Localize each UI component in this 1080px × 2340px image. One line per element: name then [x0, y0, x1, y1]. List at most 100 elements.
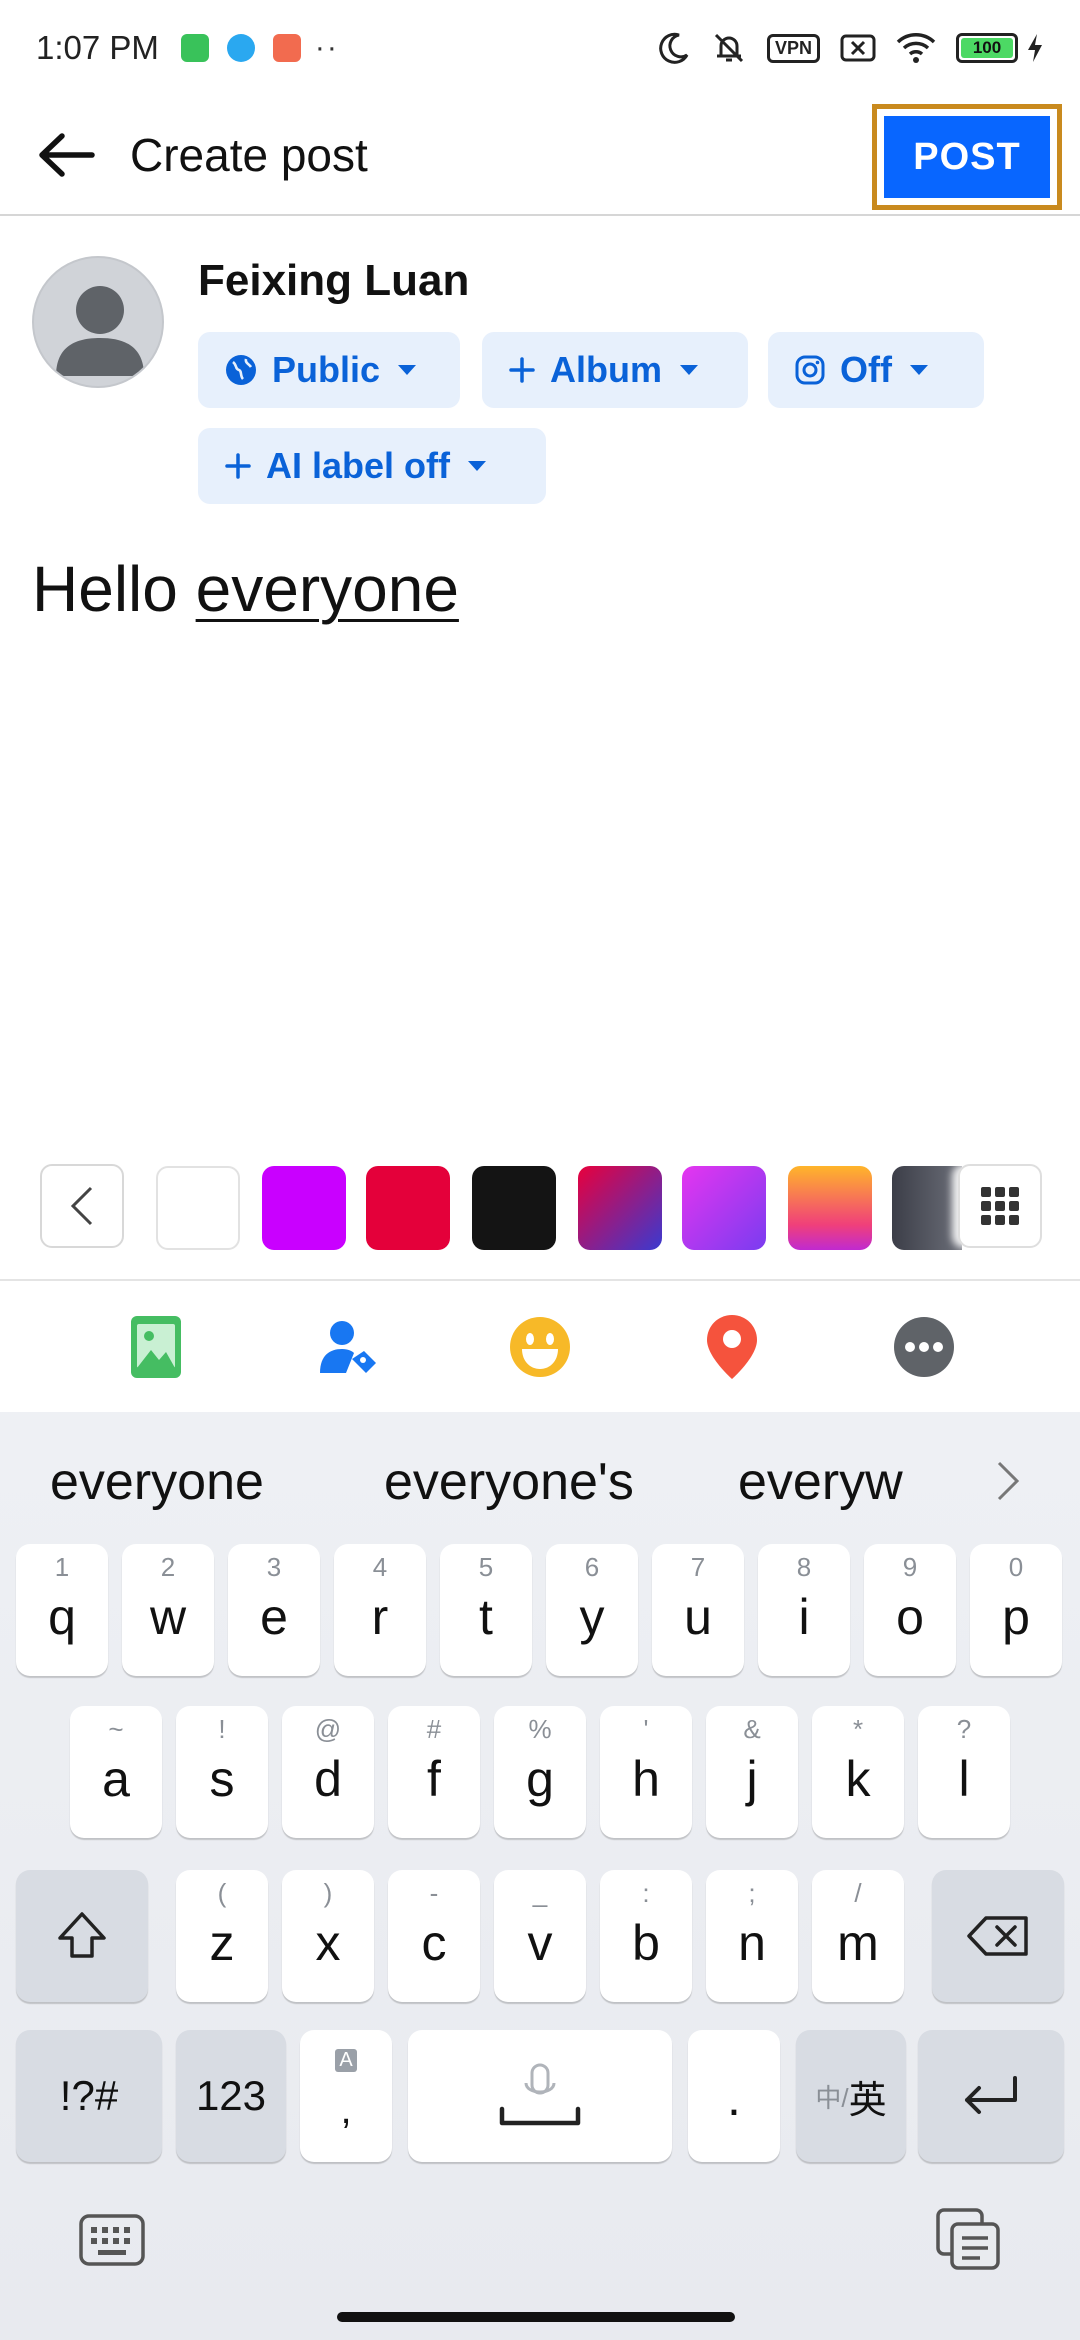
audience-chip[interactable]: Public — [198, 332, 460, 408]
more-colors-button[interactable] — [958, 1164, 1042, 1248]
expand-suggestions-button[interactable] — [988, 1456, 1028, 1506]
color-swatch-purple[interactable] — [262, 1166, 346, 1250]
album-chip[interactable]: Album — [482, 332, 748, 408]
suggestion-3[interactable]: everyw — [738, 1452, 906, 1512]
key-x[interactable]: ) x — [282, 1870, 374, 2002]
avatar[interactable] — [32, 256, 164, 388]
battery-level: 100 — [961, 38, 1013, 58]
key-e[interactable]: 3e — [228, 1544, 320, 1676]
clipboard-button[interactable] — [934, 2206, 1002, 2272]
key-d[interactable]: @ d — [282, 1706, 374, 1838]
key-hint: - — [429, 1878, 439, 1908]
comma-hint: A — [300, 2042, 392, 2073]
comma-label: , — [340, 2087, 352, 2132]
key-w[interactable]: 2w — [122, 1544, 214, 1676]
key-g[interactable]: % g — [494, 1706, 586, 1838]
shop-notification-icon — [272, 34, 301, 62]
numbers-key[interactable]: 123 — [176, 2030, 286, 2162]
key-label: t — [479, 1589, 493, 1645]
color-swatch-white[interactable] — [156, 1166, 240, 1250]
key-b[interactable]: :b — [600, 1870, 692, 2002]
chevron-down-icon — [680, 365, 698, 375]
post-button[interactable]: POST — [884, 116, 1050, 198]
key-q[interactable]: 1q — [16, 1544, 108, 1676]
key-r[interactable]: 4r — [334, 1544, 426, 1676]
app-bar: Create post POST — [0, 96, 1080, 216]
comma-key[interactable]: A , — [300, 2030, 392, 2162]
tag-people-icon — [320, 1321, 376, 1373]
color-swatch-black[interactable] — [472, 1166, 556, 1250]
feeling-button[interactable] — [505, 1312, 575, 1382]
background-color-picker — [0, 1160, 1080, 1250]
key-z[interactable]: (z — [176, 1870, 268, 2002]
language-switch-key[interactable]: 中/英 — [796, 2030, 906, 2162]
key-t[interactable]: 5t — [440, 1544, 532, 1676]
chevron-left-icon — [70, 1186, 93, 1226]
key-hint: ) — [323, 1878, 333, 1908]
suggestion-2[interactable]: everyone's — [384, 1452, 634, 1512]
more-options-button[interactable] — [889, 1312, 959, 1382]
key-s[interactable]: ! s — [176, 1706, 268, 1838]
home-indicator[interactable] — [337, 2312, 735, 2322]
do-not-disturb-icon — [657, 31, 691, 65]
key-label: m — [837, 1915, 879, 1971]
key-k[interactable]: * k — [812, 1706, 904, 1838]
enter-key[interactable] — [918, 2030, 1064, 2162]
key-i[interactable]: 8i — [758, 1544, 850, 1676]
chevron-down-icon — [468, 461, 487, 471]
key-hint: ; — [748, 1878, 756, 1908]
key-l[interactable]: ? l — [918, 1706, 1010, 1838]
key-a[interactable]: ~ a — [70, 1706, 162, 1838]
status-bar: 1:07 PM ·· VPN 100 — [0, 0, 1080, 96]
post-text-input[interactable]: Hello everyone — [32, 552, 459, 626]
battery-icon: 100 — [956, 33, 1018, 63]
key-label: d — [314, 1751, 342, 1807]
location-icon — [707, 1315, 757, 1379]
collapse-colors-button[interactable] — [40, 1164, 124, 1248]
back-button[interactable] — [26, 115, 106, 195]
key-label: u — [684, 1589, 712, 1645]
key-y[interactable]: 6y — [546, 1544, 638, 1676]
key-o[interactable]: 9o — [864, 1544, 956, 1676]
color-swatch-red-blue-gradient[interactable] — [578, 1166, 662, 1250]
color-swatch-red[interactable] — [366, 1166, 450, 1250]
user-name: Feixing Luan — [198, 256, 470, 305]
photo-icon — [131, 1316, 181, 1378]
key-label: j — [746, 1751, 758, 1807]
key-u[interactable]: 7u — [652, 1544, 744, 1676]
clipboard-icon — [936, 2208, 1000, 2270]
color-swatch-orange-pink-gradient[interactable] — [788, 1166, 872, 1250]
key-m[interactable]: / m — [812, 1870, 904, 2002]
key-c[interactable]: -c — [388, 1870, 480, 2002]
key-v[interactable]: _ v — [494, 1870, 586, 2002]
location-button[interactable] — [697, 1312, 767, 1382]
key-label: a — [102, 1751, 130, 1807]
space-key[interactable] — [408, 2030, 672, 2162]
microphone-icon — [499, 2063, 581, 2126]
key-label: s — [209, 1751, 235, 1807]
instagram-chip[interactable]: Off — [768, 332, 984, 408]
key-j[interactable]: & j — [706, 1706, 798, 1838]
hide-keyboard-button[interactable] — [78, 2210, 146, 2270]
key-label: h — [632, 1751, 660, 1807]
key-hint: & — [743, 1714, 761, 1744]
key-hint: : — [642, 1878, 650, 1908]
backspace-key[interactable] — [932, 1870, 1064, 2002]
key-h[interactable]: ' h — [600, 1706, 692, 1838]
symbols-key[interactable]: !?# — [16, 2030, 162, 2162]
color-swatch-dark-gradient[interactable] — [892, 1166, 962, 1250]
key-hint: 9 — [902, 1552, 918, 1582]
photo-button[interactable] — [121, 1312, 191, 1382]
period-key[interactable]: . — [688, 2030, 780, 2162]
key-n[interactable]: ; n — [706, 1870, 798, 2002]
key-f[interactable]: # f — [388, 1706, 480, 1838]
key-p[interactable]: 0p — [970, 1544, 1062, 1676]
key-label: o — [896, 1589, 924, 1645]
color-swatch-purple-pink-gradient[interactable] — [682, 1166, 766, 1250]
suggestion-1[interactable]: everyone — [50, 1452, 264, 1512]
more-icon — [894, 1317, 954, 1377]
ai-label-chip[interactable]: AI label off — [198, 428, 546, 504]
shift-key[interactable] — [16, 1870, 148, 2002]
post-button-highlight: POST — [872, 104, 1062, 210]
tag-people-button[interactable] — [313, 1312, 383, 1382]
